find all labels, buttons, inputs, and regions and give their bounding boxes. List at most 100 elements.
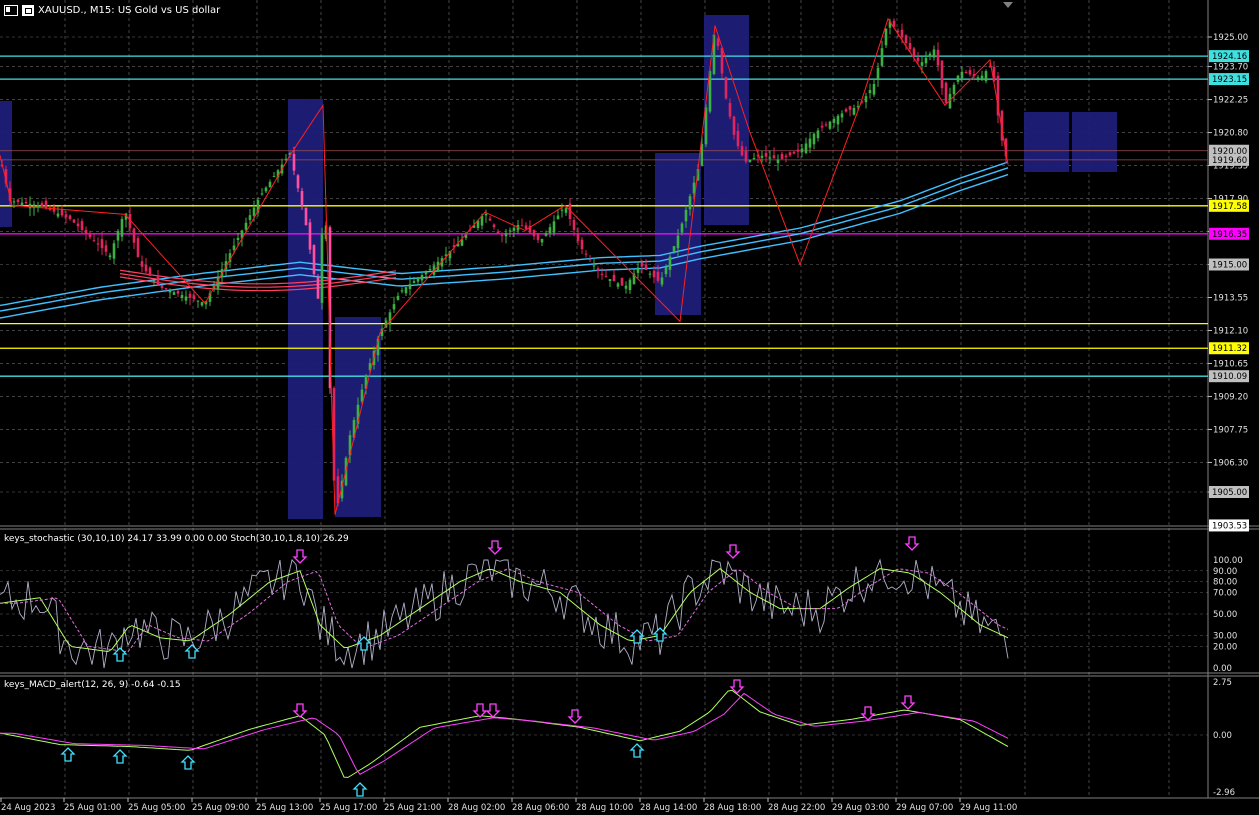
candle-body bbox=[136, 238, 140, 258]
sell-arrow-icon bbox=[487, 540, 503, 555]
candle-body bbox=[624, 285, 628, 289]
sell-arrow-icon bbox=[900, 695, 916, 710]
candle-body bbox=[828, 121, 832, 129]
candle-body bbox=[556, 215, 560, 220]
price-axis-label: 1925.00 bbox=[1213, 33, 1248, 43]
time-axis-label: 29 Aug 03:00 bbox=[832, 803, 889, 813]
candle-body bbox=[72, 219, 76, 223]
candle-body bbox=[524, 225, 528, 230]
candle-body bbox=[872, 84, 876, 95]
time-axis-label: 28 Aug 10:00 bbox=[576, 803, 633, 813]
price-tag-label: 1910.09 bbox=[1212, 372, 1247, 382]
candle-body bbox=[916, 57, 920, 62]
candle-body bbox=[980, 75, 984, 81]
chart-type-icon[interactable] bbox=[4, 5, 18, 16]
candle-body bbox=[620, 277, 624, 286]
candle-body bbox=[116, 231, 120, 241]
stoch-axis-label: 20.00 bbox=[1213, 642, 1237, 652]
candle-body bbox=[800, 148, 804, 152]
time-axis-label: 25 Aug 09:00 bbox=[192, 803, 249, 813]
candle-body bbox=[396, 295, 400, 300]
price-tag-label: 1911.32 bbox=[1212, 344, 1247, 354]
candle-body bbox=[964, 71, 968, 74]
candle-body bbox=[504, 233, 508, 237]
price-axis-label: 1923.70 bbox=[1213, 63, 1248, 73]
candle-body bbox=[408, 284, 412, 289]
price-tag-label: 1919.60 bbox=[1212, 156, 1247, 166]
candle-body bbox=[588, 259, 592, 261]
price-axis-label: 1909.20 bbox=[1213, 392, 1248, 402]
candle-body bbox=[608, 279, 612, 282]
candle-body bbox=[628, 279, 632, 291]
candle-body bbox=[952, 84, 956, 95]
candle-body bbox=[808, 138, 812, 148]
candle-body bbox=[748, 159, 752, 162]
sell-arrow-icon bbox=[292, 549, 308, 564]
stochastic-panel: 100.0090.0080.0070.00 50.00 30.0020.00 0.00 bbox=[0, 536, 1243, 674]
candle-body bbox=[60, 209, 64, 216]
candle-body bbox=[236, 237, 240, 240]
candle-body bbox=[416, 278, 420, 282]
candle-body bbox=[552, 221, 556, 233]
buy-arrow-icon bbox=[184, 644, 200, 659]
candle-body bbox=[936, 49, 940, 66]
candle-body bbox=[536, 233, 540, 240]
candle-body bbox=[908, 43, 912, 50]
shift-marker-icon bbox=[1003, 2, 1013, 8]
trading-chart[interactable]: 100.0090.0080.0070.00 50.00 30.0020.00 0.00… bbox=[0, 0, 1259, 815]
candle-body bbox=[656, 271, 660, 281]
time-axis-label: 25 Aug 13:00 bbox=[256, 803, 313, 813]
candle-body bbox=[500, 234, 504, 236]
candle-body bbox=[200, 302, 204, 306]
candle-body bbox=[488, 218, 492, 221]
candle-body bbox=[760, 155, 764, 158]
chart-title-bar: XAUUSD., M15: US Gold vs US dollar bbox=[4, 5, 220, 16]
stochastic-title: keys_stochastic (30,10,10) 24.17 33.99 0… bbox=[4, 534, 349, 544]
candle-body bbox=[428, 269, 432, 271]
price-axis-label: 1907.75 bbox=[1213, 425, 1248, 435]
candle-body bbox=[96, 243, 100, 245]
stoch-axis-label: 50.00 bbox=[1213, 610, 1237, 620]
candle-body bbox=[180, 295, 184, 299]
candle-body bbox=[844, 109, 848, 112]
candle-body bbox=[932, 49, 936, 58]
price-candles bbox=[0, 18, 1008, 507]
candle-body bbox=[824, 124, 828, 126]
window-icon[interactable] bbox=[22, 5, 34, 16]
zone-box bbox=[704, 15, 749, 225]
candle-body bbox=[192, 295, 196, 300]
candle-body bbox=[80, 221, 84, 230]
candle-body bbox=[904, 35, 908, 44]
time-axis-label: 28 Aug 02:00 bbox=[448, 803, 505, 813]
candle-body bbox=[924, 57, 928, 64]
candle-body bbox=[44, 200, 48, 209]
candle-body bbox=[636, 267, 640, 273]
candle-body bbox=[232, 245, 236, 250]
candle-body bbox=[28, 203, 32, 209]
candle-body bbox=[928, 53, 932, 57]
candle-body bbox=[184, 296, 188, 301]
price-tag-label: 1916.35 bbox=[1212, 230, 1247, 240]
candle-body bbox=[688, 196, 692, 210]
macd-panel: 2.75 0.00 -2.96 bbox=[0, 678, 1235, 798]
price-axis-label: 1922.25 bbox=[1213, 96, 1248, 106]
candle-body bbox=[768, 157, 772, 159]
candle-body bbox=[40, 203, 44, 207]
time-axis-label: 28 Aug 22:00 bbox=[768, 803, 825, 813]
candle-body bbox=[720, 47, 724, 74]
candle-body bbox=[176, 290, 180, 294]
candle-body bbox=[596, 268, 600, 271]
candle-body bbox=[728, 103, 732, 117]
buy-arrow-icon bbox=[356, 636, 372, 651]
candle-body bbox=[540, 238, 544, 243]
candle-body bbox=[496, 231, 500, 234]
candle-body bbox=[676, 235, 680, 249]
zone-box bbox=[1072, 112, 1117, 172]
candle-body bbox=[160, 285, 164, 288]
buy-arrow-icon bbox=[112, 749, 128, 764]
candle-body bbox=[684, 209, 688, 222]
stoch-axis-label: 100.00 bbox=[1213, 556, 1243, 566]
candle-body bbox=[672, 246, 676, 252]
macd-main-line bbox=[0, 689, 1009, 778]
candle-body bbox=[976, 77, 980, 79]
